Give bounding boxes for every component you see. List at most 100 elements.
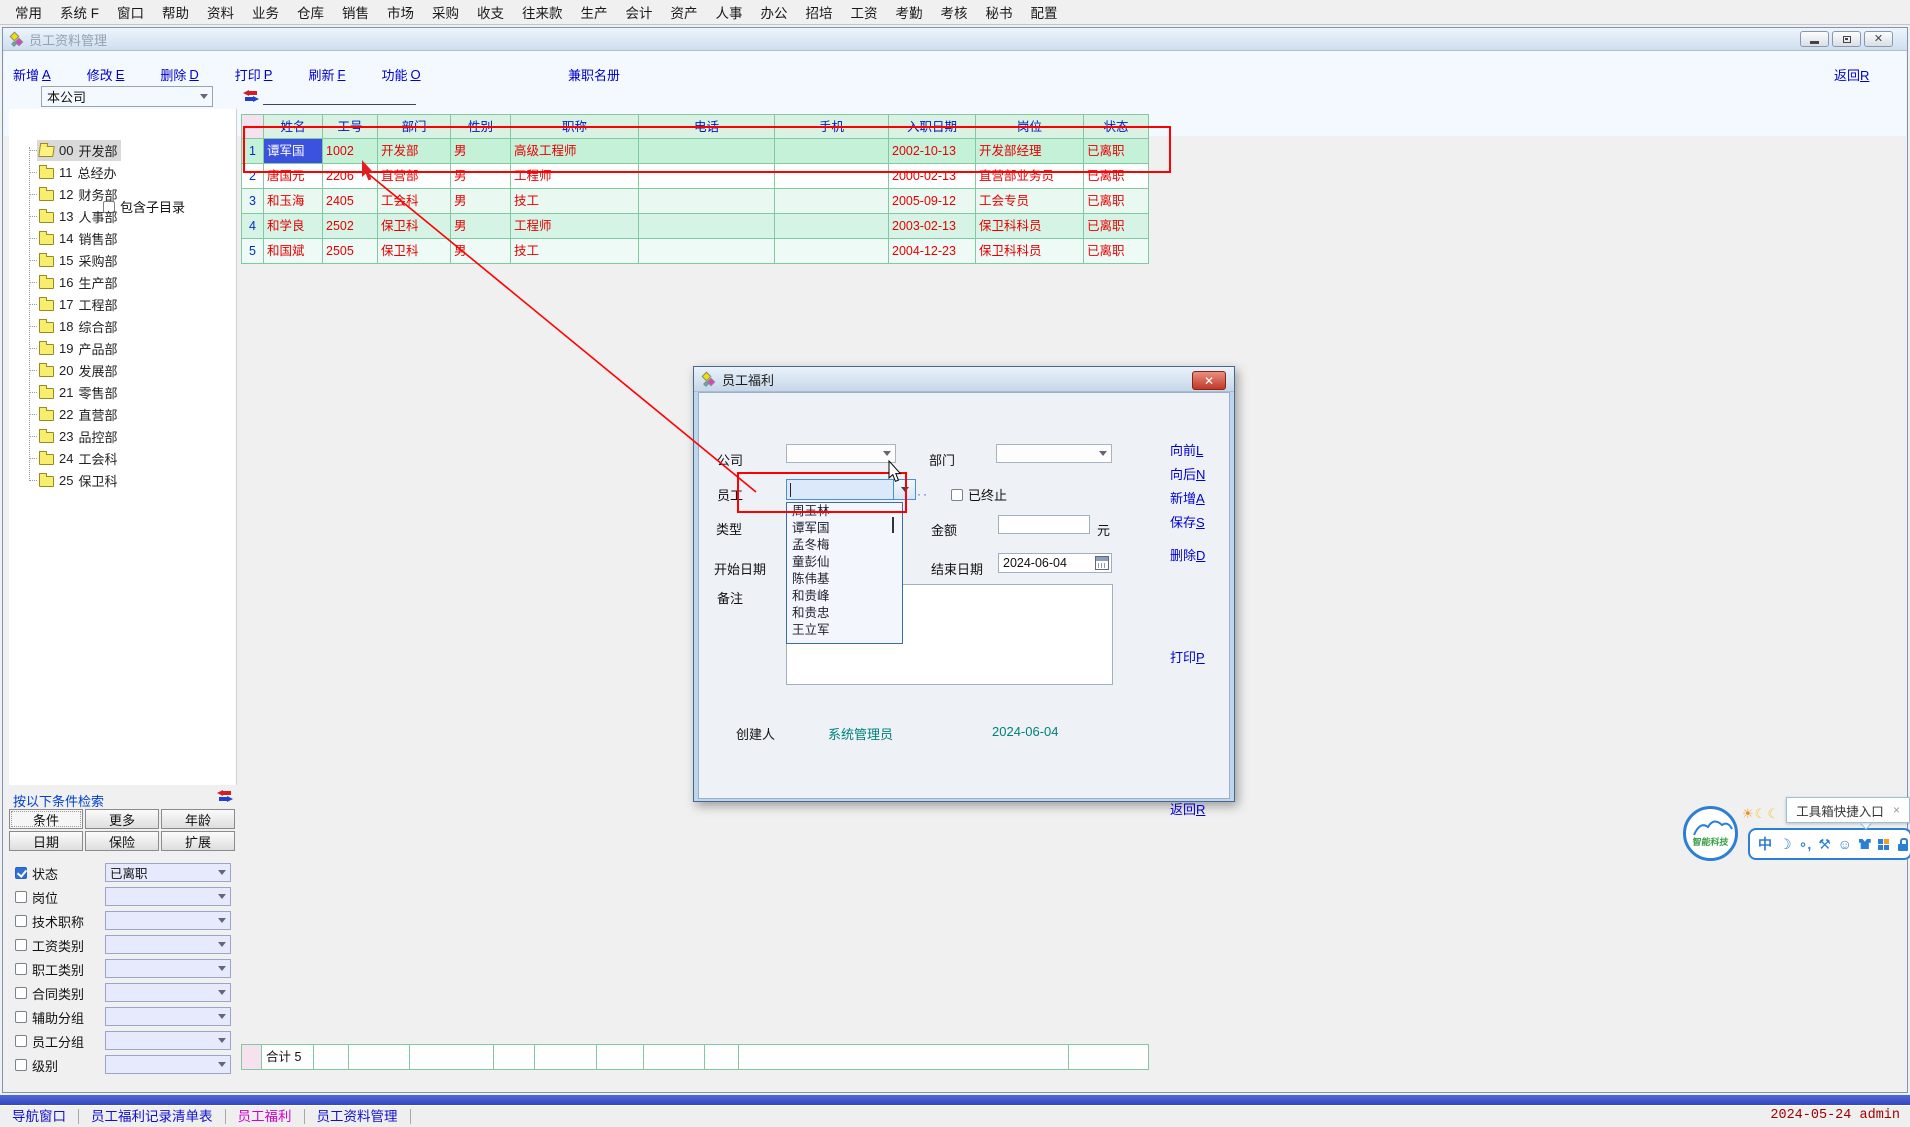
condition-checkbox[interactable]	[15, 987, 27, 999]
employee-option[interactable]: 王立军	[787, 622, 902, 639]
table-header-cell[interactable]: 手机	[775, 115, 889, 139]
taskbar-item[interactable]: 员工福利	[226, 1109, 305, 1124]
condition-select[interactable]	[105, 887, 231, 906]
condition-select[interactable]	[105, 959, 231, 978]
menu-item[interactable]: 秘书	[977, 2, 1022, 22]
name-cell[interactable]: 和国斌	[264, 239, 323, 264]
filter-tab[interactable]: 年龄	[161, 809, 235, 829]
toolbar-button[interactable]: 修改E	[87, 65, 125, 84]
condition-select[interactable]	[105, 1031, 231, 1050]
name-cell[interactable]: 唐国元	[264, 164, 323, 189]
menu-item[interactable]: 往来款	[513, 2, 572, 22]
dialog-return-button[interactable]: 返回R	[1170, 799, 1205, 818]
tree-item[interactable]: 21 零售部	[9, 381, 236, 403]
menu-item[interactable]: 采购	[423, 2, 468, 22]
menu-item[interactable]: 收支	[468, 2, 513, 22]
tree-item[interactable]: 24 工会科	[9, 447, 236, 469]
close-button[interactable]: ✕	[1864, 31, 1893, 47]
toolbar-button[interactable]: 刷新F	[308, 65, 345, 84]
brand-logo[interactable]: 智能科技	[1683, 806, 1738, 861]
toolbar-button[interactable]: 删除D	[160, 65, 198, 84]
table-header-cell[interactable]: 状态	[1084, 115, 1149, 139]
condition-select[interactable]	[105, 911, 231, 930]
taskbar-item[interactable]: 员工资料管理	[305, 1109, 411, 1124]
terminated-checkbox[interactable]	[951, 489, 963, 501]
end-date-input[interactable]: 2024-06-04	[998, 553, 1112, 573]
minimize-button[interactable]	[1800, 31, 1829, 47]
tree-item[interactable]: 20 发展部	[9, 359, 236, 381]
wrench-icon[interactable]: ⚒	[1818, 836, 1831, 852]
table-header-cell[interactable]: 性别	[451, 115, 511, 139]
tree-item[interactable]: 16 生产部	[9, 271, 236, 293]
company-select[interactable]: 本公司	[41, 86, 213, 107]
filter-tab[interactable]: 扩展	[161, 831, 235, 851]
table-header-cell[interactable]: 部门	[378, 115, 451, 139]
condition-checkbox[interactable]	[15, 939, 27, 951]
condition-checkbox[interactable]	[15, 1059, 27, 1071]
dialog-print-button[interactable]: 打印P	[1170, 647, 1205, 666]
tooltip-close-icon[interactable]: ×	[1893, 803, 1909, 817]
sun-icon[interactable]: ☀	[1742, 806, 1754, 822]
menu-item[interactable]: 市场	[378, 2, 423, 22]
menu-item[interactable]: 会计	[617, 2, 662, 22]
moon-icon-2[interactable]: ☾	[1767, 806, 1779, 822]
menu-item[interactable]: 帮助	[153, 2, 198, 22]
filter-tab[interactable]: 日期	[9, 831, 83, 851]
tree-item[interactable]: 15 采购部	[9, 249, 236, 271]
dialog-nav-button[interactable]: 向后N	[1170, 464, 1205, 488]
menu-item[interactable]: 业务	[243, 2, 288, 22]
dialog-nav-button[interactable]: 保存S	[1170, 512, 1205, 536]
filter-tab[interactable]: 保险	[85, 831, 159, 851]
swap-icon[interactable]	[243, 89, 259, 102]
menu-item[interactable]: 仓库	[288, 2, 333, 22]
tree-item[interactable]: 11 总经办	[9, 161, 236, 183]
tree-item[interactable]: 17 工程部	[9, 293, 236, 315]
table-header-cell[interactable]: 入职日期	[889, 115, 976, 139]
table-header-cell[interactable]: 电话	[639, 115, 775, 139]
employee-option[interactable]: 周玉林	[787, 503, 902, 520]
table-row[interactable]: 3 和玉海 2405 工会科 男 技工 2005-09-12 工会专员 已离职	[242, 189, 1149, 214]
tree-item[interactable]: 00 开发部	[9, 139, 236, 161]
tree-item[interactable]: 18 综合部	[9, 315, 236, 337]
taskbar-item[interactable]: 员工福利记录清单表	[79, 1109, 226, 1124]
condition-select[interactable]	[105, 935, 231, 954]
menu-item[interactable]: 系统 F	[51, 2, 108, 22]
table-header-cell[interactable]: 岗位	[976, 115, 1084, 139]
swap-icon[interactable]	[217, 789, 233, 802]
filter-tab[interactable]: 更多	[85, 809, 159, 829]
table-header-cell[interactable]: 姓名	[264, 115, 323, 139]
restore-button[interactable]	[1832, 31, 1861, 47]
tree-item[interactable]: 13 人事部	[9, 205, 236, 227]
dialog-company-select[interactable]	[786, 444, 896, 463]
menu-item[interactable]: 生产	[572, 2, 617, 22]
tree-item[interactable]: 12 财务部	[9, 183, 236, 205]
lock-icon[interactable]	[1896, 836, 1902, 852]
table-header-cell[interactable]: -	[242, 115, 264, 139]
table-row[interactable]: 1 谭军国 1002 开发部 男 高级工程师 2002-10-13 开发部经理 …	[242, 139, 1149, 164]
dialog-close-button[interactable]: ✕	[1192, 371, 1226, 390]
employee-option[interactable]: 陈伟基	[787, 571, 902, 588]
employee-dropdown-button[interactable]	[893, 479, 916, 500]
condition-select[interactable]	[105, 1007, 231, 1026]
employee-option[interactable]: 孟冬梅	[787, 537, 902, 554]
menu-item[interactable]: 配置	[1022, 2, 1067, 22]
toolbar-button[interactable]: 功能O	[381, 65, 420, 84]
menu-item[interactable]: 人事	[707, 2, 752, 22]
condition-checkbox[interactable]	[15, 891, 27, 903]
tree-item[interactable]: 19 产品部	[9, 337, 236, 359]
menu-item[interactable]: 常用	[6, 2, 51, 22]
condition-checkbox[interactable]	[15, 1011, 27, 1023]
employee-option[interactable]: 童彭仙	[787, 554, 902, 571]
scrollbar-thumb[interactable]	[892, 517, 894, 533]
moon-icon[interactable]: ☽	[1779, 836, 1792, 852]
tree-item[interactable]: 25 保卫科	[9, 469, 236, 491]
zh-icon[interactable]: 中	[1758, 836, 1772, 852]
table-header-cell[interactable]: 职称	[511, 115, 639, 139]
parttime-roster-button[interactable]: 兼职名册	[568, 65, 620, 84]
condition-checkbox[interactable]	[15, 1035, 27, 1047]
smiley-icon[interactable]: ☺	[1838, 836, 1852, 852]
tree-item[interactable]: 23 品控部	[9, 425, 236, 447]
tree-item[interactable]: 22 直营部	[9, 403, 236, 425]
name-cell[interactable]: 和学良	[264, 214, 323, 239]
filter-tab[interactable]: 条件	[9, 809, 83, 829]
